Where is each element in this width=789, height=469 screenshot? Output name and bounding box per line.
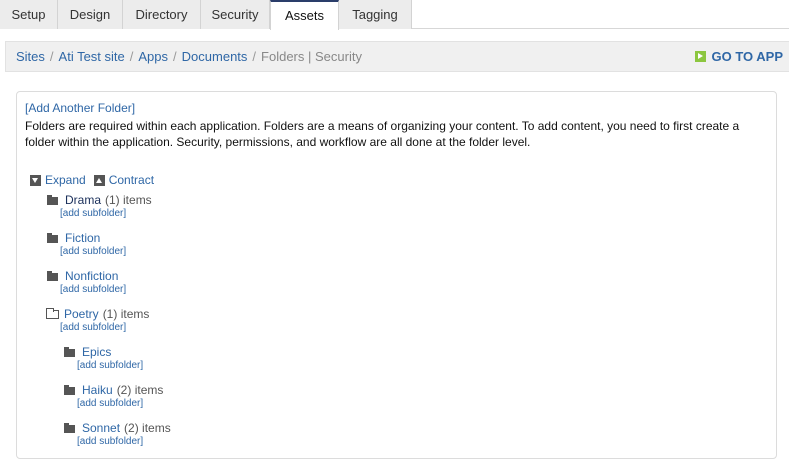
tab-setup[interactable]: Setup	[0, 0, 58, 29]
add-another-folder-link[interactable]: [Add Another Folder]	[25, 101, 135, 115]
breadcrumb: Sites / Ati Test site / Apps / Documents / Folde…	[16, 49, 362, 64]
add-subfolder-link[interactable]: [add subfolder]	[60, 322, 149, 333]
add-subfolder-link[interactable]: [add subfolder]	[77, 398, 163, 409]
folder-count: (2) items	[116, 383, 164, 397]
folder-link[interactable]: Sonnet	[82, 421, 120, 435]
breadcrumb-current: Folders | Security	[261, 49, 362, 64]
breadcrumb-bar: Sites / Ati Test site / Apps / Documents / Folde…	[5, 41, 789, 72]
folder-icon	[64, 422, 75, 433]
breadcrumb-separator: /	[173, 49, 177, 64]
breadcrumb-apps[interactable]: Apps	[138, 49, 168, 64]
tab-design[interactable]: Design	[58, 0, 123, 29]
folder-item-poetry: Poetry (1) items [add subfolder]	[45, 307, 150, 333]
breadcrumb-separator: /	[49, 49, 54, 64]
tab-security[interactable]: Security	[201, 0, 270, 29]
tab-bar: Setup Design Directory Security Assets T…	[0, 0, 789, 30]
folder-item-sonnet: Sonnet (2) items [add subfolder]	[64, 421, 171, 447]
folder-link[interactable]: Drama	[65, 193, 101, 207]
add-subfolder-link[interactable]: [add subfolder]	[60, 284, 126, 295]
contract-icon[interactable]	[93, 174, 105, 186]
arrow-right-icon	[695, 51, 707, 62]
folder-icon	[47, 232, 58, 243]
contract-link[interactable]: Contract	[109, 173, 154, 187]
folder-link[interactable]: Fiction	[65, 231, 100, 245]
expand-link[interactable]: Expand	[45, 173, 86, 187]
folder-icon	[47, 194, 58, 205]
go-to-app-button[interactable]: GO TO APP	[695, 49, 783, 64]
folder-count: (2) items	[124, 421, 171, 435]
folder-item-nonfiction: Nonfiction [add subfolder]	[47, 269, 126, 295]
add-subfolder-link[interactable]: [add subfolder]	[60, 246, 126, 257]
folder-count: (1) items	[105, 193, 152, 207]
folder-link[interactable]: Epics	[82, 345, 111, 359]
breadcrumb-sites[interactable]: Sites	[16, 49, 45, 64]
tab-directory[interactable]: Directory	[123, 0, 201, 29]
folder-item-drama: Drama (1) items [add subfolder]	[47, 193, 152, 219]
add-subfolder-link[interactable]: [add subfolder]	[60, 208, 152, 219]
folder-link[interactable]: Haiku	[82, 383, 113, 397]
add-subfolder-link[interactable]: [add subfolder]	[77, 360, 143, 371]
folders-description: Folders are required within each applica…	[25, 119, 740, 149]
tab-assets[interactable]: Assets	[270, 0, 339, 30]
folder-link[interactable]: Poetry	[64, 307, 99, 321]
folder-link[interactable]: Nonfiction	[65, 269, 118, 283]
breadcrumb-documents[interactable]: Documents	[182, 49, 248, 64]
folder-count: (1) items	[102, 307, 150, 321]
folder-icon	[64, 384, 75, 395]
folder-item-haiku: Haiku (2) items [add subfolder]	[64, 383, 163, 409]
expand-icon[interactable]	[30, 174, 41, 186]
breadcrumb-site[interactable]: Ati Test site	[59, 49, 125, 64]
folder-open-icon	[45, 307, 59, 319]
tree-controls: Expand Contract	[30, 173, 154, 187]
breadcrumb-separator: /	[129, 49, 134, 64]
tab-tagging[interactable]: Tagging	[339, 0, 412, 29]
add-subfolder-link[interactable]: [add subfolder]	[77, 436, 171, 447]
go-to-app-label: GO TO APP	[711, 49, 783, 64]
breadcrumb-separator: /	[252, 49, 257, 64]
folder-item-fiction: Fiction [add subfolder]	[47, 231, 126, 257]
folders-panel: [Add Another Folder] Folders are require…	[16, 91, 777, 459]
folder-icon	[47, 270, 58, 281]
folder-item-epics: Epics [add subfolder]	[64, 345, 143, 371]
folder-icon	[64, 346, 75, 357]
